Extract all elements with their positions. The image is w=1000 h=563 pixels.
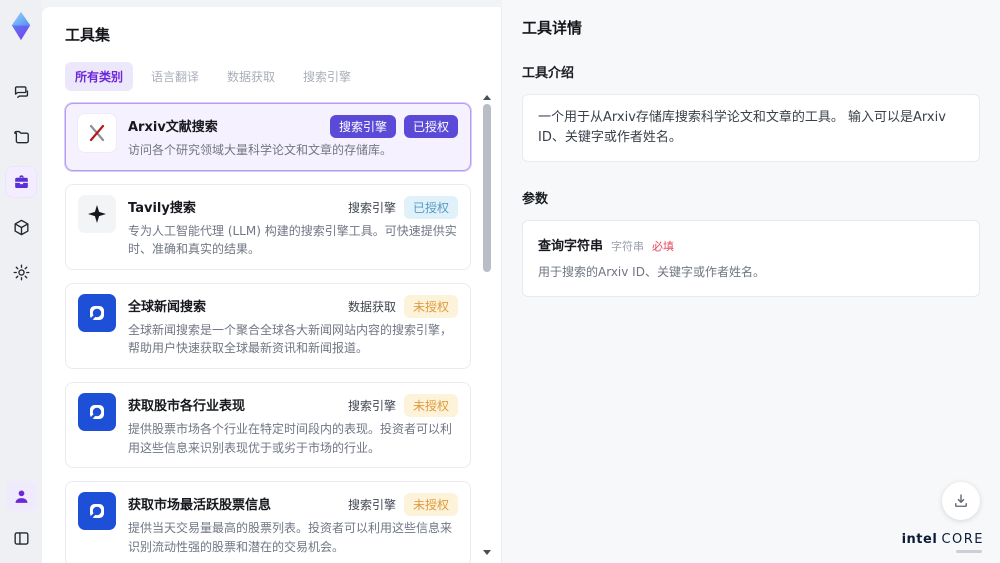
- tavily-star-icon: [78, 194, 116, 233]
- news-search-logo-icon: [78, 492, 116, 531]
- tool-list: Arxiv文献搜索 访问各个研究领域大量科学论文和文章的存储库。 搜索引擎 已授…: [65, 103, 471, 563]
- left-rail: [0, 0, 42, 563]
- cube-icon[interactable]: [6, 212, 36, 242]
- download-button[interactable]: [942, 482, 980, 520]
- auth-status-badge: 未授权: [403, 393, 458, 417]
- intro-heading: 工具介绍: [522, 66, 575, 81]
- auth-status-badge: 已授权: [403, 115, 458, 138]
- intel-wordmark: intel: [901, 532, 938, 547]
- tool-card-arxiv[interactable]: Arxiv文献搜索 访问各个研究领域大量科学论文和文章的存储库。 搜索引擎 已授…: [65, 103, 471, 171]
- toolbox-icon[interactable]: [6, 167, 36, 197]
- download-icon: [955, 494, 967, 507]
- scrollbar-thumb[interactable]: [483, 104, 491, 272]
- toolset-panel: 工具集 所有类别 语言翻译 数据获取 搜索引擎 Arxiv文献搜索 访问各个研究…: [42, 7, 502, 563]
- tool-card-sector-performance[interactable]: 获取股市各行业表现 提供股票市场各个行业在特定时间段内的表现。投资者可以利用这些…: [65, 381, 471, 469]
- news-search-logo-icon: [78, 293, 116, 332]
- tool-card-tavily[interactable]: Tavily搜索 专为人工智能代理 (LLM) 构建的搜索引擎工具。可快速提供实…: [65, 183, 471, 270]
- category-label: 搜索引擎: [347, 498, 396, 513]
- tab-data-fetching[interactable]: 数据获取: [217, 62, 285, 91]
- page-title: 工具集: [65, 26, 111, 44]
- core-wordmark: core: [941, 532, 984, 547]
- category-badge: 搜索引擎: [329, 115, 396, 138]
- tab-language-translation[interactable]: 语言翻译: [141, 62, 209, 91]
- rail-bottom: [6, 481, 36, 553]
- parameter-card: 查询字符串 字符串 必填 用于搜索的Arxiv ID、关键字或作者姓名。: [522, 220, 980, 298]
- brand-sub-mark: [956, 550, 982, 553]
- tab-all-categories[interactable]: 所有类别: [65, 62, 134, 91]
- tool-intro-text: 一个用于从Arxiv存储库搜索科学论文和文章的工具。 输入可以是Arxiv ID…: [522, 94, 980, 163]
- panel-toggle-icon[interactable]: [6, 523, 36, 553]
- auth-status-badge: 已授权: [403, 195, 458, 219]
- tool-description: 提供股票市场各个行业在特定时间段内的表现。投资者可以利用这些信息来识别表现优于或…: [128, 421, 453, 455]
- intel-core-logo: intel core: [902, 532, 984, 553]
- rail-nav: [6, 77, 36, 287]
- settings-gear-icon[interactable]: [6, 257, 36, 287]
- param-required-badge: 必填: [652, 240, 675, 254]
- category-label: 数据获取: [347, 299, 396, 314]
- user-icon[interactable]: [6, 481, 36, 511]
- arxiv-logo-icon: [78, 114, 116, 152]
- tool-description: 全球新闻搜索是一个聚合全球各大新闻网站内容的搜索引擎，帮助用户快速获取全球最新资…: [128, 322, 453, 356]
- tab-search-engine[interactable]: 搜索引擎: [293, 62, 361, 91]
- param-name: 查询字符串: [538, 239, 604, 255]
- param-type: 字符串: [611, 240, 645, 254]
- auth-status-badge: 未授权: [403, 493, 458, 517]
- category-tabs: 所有类别 语言翻译 数据获取 搜索引擎: [65, 62, 471, 91]
- app-window: 工具集 所有类别 语言翻译 数据获取 搜索引擎 Arxiv文献搜索 访问各个研究…: [0, 0, 1000, 563]
- tool-description: 专为人工智能代理 (LLM) 构建的搜索引擎工具。可快速提供实时、准确和真实的结…: [128, 223, 457, 257]
- category-label: 搜索引擎: [347, 200, 396, 215]
- tool-description: 访问各个研究领域大量科学论文和文章的存储库。: [128, 143, 393, 157]
- param-description: 用于搜索的Arxiv ID、关键字或作者姓名。: [538, 265, 765, 280]
- chat-icon[interactable]: [6, 77, 36, 107]
- tool-card-active-stocks[interactable]: 获取市场最活跃股票信息 提供当天交易量最高的股票列表。投资者可以利用这些信息来识…: [65, 481, 471, 563]
- category-label: 搜索引擎: [347, 398, 396, 413]
- tool-description: 提供当天交易量最高的股票列表。投资者可以利用这些信息来识别流动性强的股票和潜在的…: [128, 521, 453, 554]
- scrollbar-down-arrow[interactable]: [483, 550, 491, 555]
- scrollbar-up-arrow[interactable]: [483, 95, 491, 100]
- scrollbar: [482, 95, 492, 555]
- app-logo-icon: [4, 9, 38, 43]
- tool-card-global-news[interactable]: 全球新闻搜索 全球新闻搜索是一个聚合全球各大新闻网站内容的搜索引擎，帮助用户快速…: [65, 282, 471, 369]
- auth-status-badge: 未授权: [403, 294, 458, 318]
- tool-details-panel: 工具详情 工具介绍 一个用于从Arxiv存储库搜索科学论文和文章的工具。 输入可…: [502, 0, 1000, 563]
- details-title: 工具详情: [522, 19, 583, 37]
- news-search-logo-icon: [78, 392, 116, 431]
- params-heading: 参数: [522, 192, 549, 208]
- folder-icon[interactable]: [6, 122, 36, 152]
